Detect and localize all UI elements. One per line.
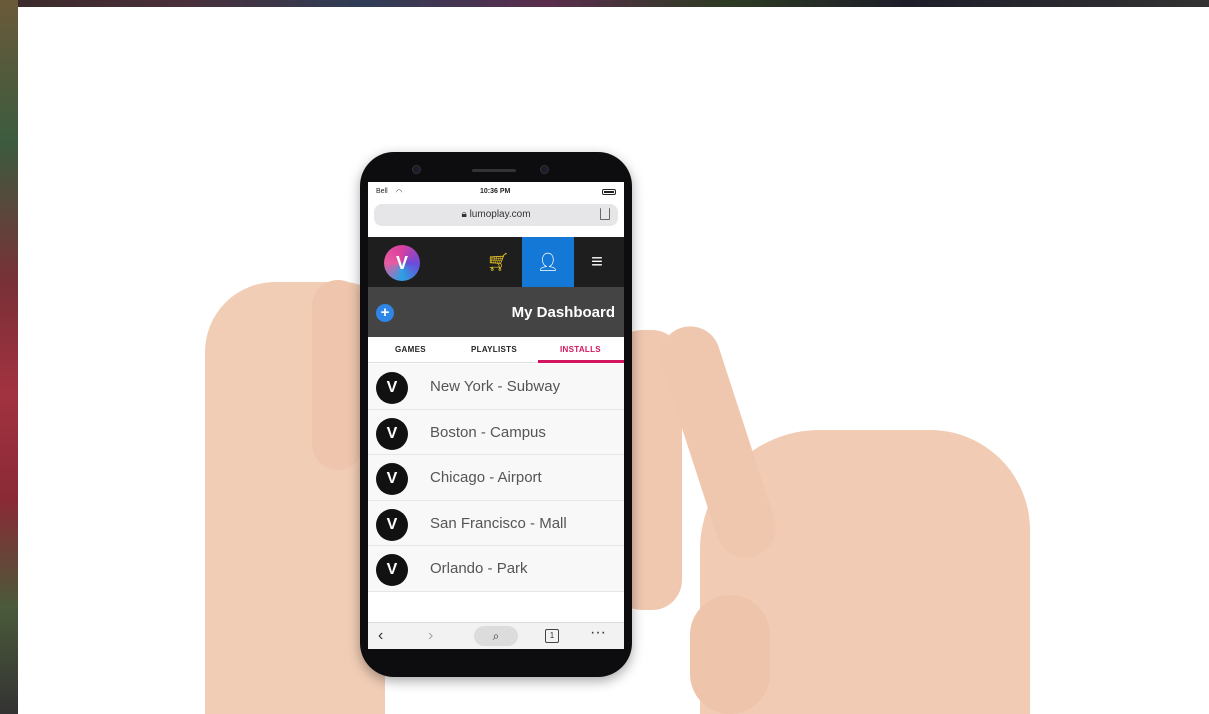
list-item[interactable]: V Chicago - Airport <box>368 455 624 501</box>
lumoplay-logo-icon: V <box>376 417 408 450</box>
dashboard-header: + My Dashboard <box>368 287 624 337</box>
lumoplay-logo-icon: V <box>376 463 408 495</box>
background-strip-left <box>0 0 18 714</box>
back-arrow-icon[interactable]: ‹ <box>378 627 383 645</box>
sensor-icon <box>540 165 549 174</box>
more-icon[interactable]: ··· <box>590 624 606 642</box>
menu-icon[interactable]: ≡ <box>584 250 610 274</box>
tab-installs[interactable]: INSTALLS <box>560 345 601 354</box>
search-icon[interactable]: ⌕ <box>474 626 518 646</box>
left-thumb <box>312 280 364 470</box>
carrier-label: Bell <box>376 188 388 195</box>
list-item-label: Boston - Campus <box>430 423 546 441</box>
url-text: lumoplay.com <box>469 209 531 220</box>
status-time: 10:36 PM <box>480 188 511 195</box>
speaker <box>472 169 516 172</box>
front-camera-icon <box>412 165 421 174</box>
tab-playlists[interactable]: PLAYLISTS <box>471 345 517 354</box>
background-strip-top <box>0 0 1209 7</box>
right-thumb <box>690 595 770 714</box>
page-title: My Dashboard <box>511 304 615 321</box>
phone: Bell ◠ 10:36 PM 🔒︎ lumoplay.com V 🛒︎ 👤︎ … <box>360 152 632 677</box>
lumoplay-logo-icon[interactable]: V <box>384 245 420 281</box>
app-header: V 🛒︎ 👤︎ ≡ <box>368 237 624 287</box>
browser-toolbar: ‹ › ⌕ 1 ··· <box>368 622 624 649</box>
user-icon[interactable]: 👤︎ <box>522 237 574 287</box>
cart-icon[interactable]: 🛒︎ <box>486 251 510 273</box>
list-item-label: Orlando - Park <box>430 560 528 577</box>
installs-list: V New York - Subway V Boston - Campus V … <box>368 364 624 592</box>
list-item-label: San Francisco - Mall <box>430 514 567 532</box>
list-item[interactable]: V Boston - Campus <box>368 409 624 455</box>
list-item-label: Chicago - Airport <box>430 469 542 486</box>
stage: Bell ◠ 10:36 PM 🔒︎ lumoplay.com V 🛒︎ 👤︎ … <box>0 0 1209 714</box>
lock-icon: 🔒︎ <box>461 209 470 220</box>
phone-top-bezel <box>360 152 632 182</box>
battery-icon <box>602 189 616 195</box>
tab-games[interactable]: GAMES <box>395 345 426 354</box>
plus-circle-icon[interactable]: + <box>376 304 394 322</box>
wifi-icon: ◠ <box>396 189 403 196</box>
lumoplay-logo-icon: V <box>376 508 408 541</box>
list-item[interactable]: V New York - Subway <box>368 364 624 410</box>
lumoplay-logo-icon: V <box>376 372 408 404</box>
active-tab-indicator <box>538 360 624 363</box>
lumoplay-logo-icon: V <box>376 554 408 586</box>
address-bar[interactable]: 🔒︎ lumoplay.com <box>374 204 618 226</box>
share-icon[interactable] <box>600 208 610 220</box>
status-bar: Bell ◠ 10:36 PM <box>368 182 624 200</box>
forward-arrow-icon[interactable]: › <box>428 627 433 645</box>
phone-screen: Bell ◠ 10:36 PM 🔒︎ lumoplay.com V 🛒︎ 👤︎ … <box>368 182 624 649</box>
tabs-count[interactable]: 1 <box>545 629 559 643</box>
tab-bar: GAMES PLAYLISTS INSTALLS <box>368 337 624 363</box>
list-item[interactable]: V San Francisco - Mall <box>368 500 624 546</box>
list-item[interactable]: V Orlando - Park <box>368 546 624 592</box>
list-item-label: New York - Subway <box>430 378 561 395</box>
